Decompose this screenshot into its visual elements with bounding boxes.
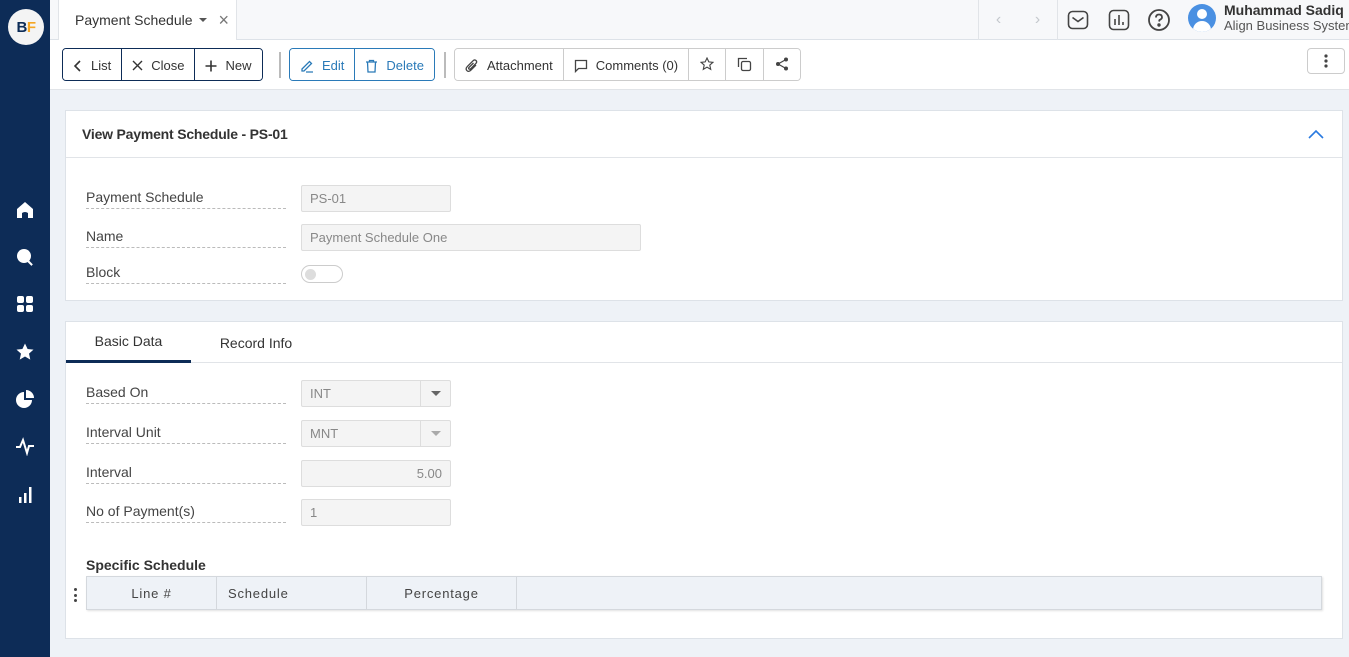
edit-button[interactable]: Edit bbox=[290, 49, 356, 80]
search-icon[interactable] bbox=[14, 246, 36, 268]
kebab-menu-icon bbox=[1324, 54, 1328, 68]
sidebar: BF bbox=[0, 0, 50, 657]
field-label: Interval bbox=[86, 464, 286, 484]
mail-icon[interactable] bbox=[1066, 8, 1090, 32]
field-label: Name bbox=[86, 228, 286, 248]
specific-schedule-title: Specific Schedule bbox=[86, 557, 206, 573]
trash-icon bbox=[365, 59, 378, 73]
next-tab-button[interactable]: › bbox=[1035, 11, 1040, 29]
dropdown-arrow-icon[interactable] bbox=[420, 421, 450, 446]
paperclip-icon bbox=[465, 58, 479, 73]
chevron-down-icon[interactable] bbox=[198, 18, 207, 22]
no-of-payments-field: No of Payment(s) 1 bbox=[86, 499, 451, 526]
star-icon[interactable] bbox=[14, 341, 36, 363]
column-header-line[interactable]: Line # bbox=[87, 577, 217, 609]
app-logo[interactable]: BF bbox=[8, 9, 44, 45]
name-input[interactable]: Payment Schedule One bbox=[301, 224, 641, 251]
toolbar-divider bbox=[279, 52, 281, 78]
name-field: Name Payment Schedule One bbox=[86, 224, 641, 251]
pie-chart-icon[interactable] bbox=[14, 388, 36, 410]
block-field: Block bbox=[86, 264, 343, 284]
field-label: Block bbox=[86, 264, 286, 284]
toolbar: List Close New Edit Delete Attachment Co… bbox=[50, 40, 1349, 90]
chevron-up-icon[interactable] bbox=[1308, 127, 1324, 139]
list-button[interactable]: List bbox=[63, 49, 123, 80]
copy-icon bbox=[737, 57, 752, 75]
tab-payment-schedule[interactable]: Payment Schedule × bbox=[58, 0, 237, 40]
chevron-left-icon bbox=[73, 59, 83, 72]
based-on-select[interactable]: INT bbox=[301, 380, 451, 407]
navigation-button-group: List Close New bbox=[62, 48, 263, 81]
interval-field: Interval 5.00 bbox=[86, 460, 451, 487]
specific-schedule-grid: Line # Schedule Percentage bbox=[86, 576, 1322, 610]
favorite-button[interactable] bbox=[689, 49, 727, 80]
delete-button[interactable]: Delete bbox=[355, 49, 434, 80]
field-label: Based On bbox=[86, 384, 286, 404]
payment-schedule-field: Payment Schedule PS-01 bbox=[86, 185, 451, 212]
previous-tab-button[interactable]: ‹ bbox=[996, 11, 1001, 29]
field-label: Payment Schedule bbox=[86, 189, 286, 209]
share-button[interactable] bbox=[764, 49, 801, 80]
column-header-schedule[interactable]: Schedule bbox=[217, 577, 367, 609]
payment-schedule-header-card: View Payment Schedule - PS-01 Payment Sc… bbox=[65, 110, 1343, 301]
edit-button-group: Edit Delete bbox=[289, 48, 435, 81]
grid-options-icon[interactable] bbox=[71, 588, 79, 602]
attachment-button[interactable]: Attachment bbox=[455, 49, 564, 80]
interval-unit-field: Interval Unit MNT bbox=[86, 420, 451, 447]
top-bar: Payment Schedule × ‹ › Muhammad Sadiq Al… bbox=[50, 0, 1349, 40]
copy-button[interactable] bbox=[726, 49, 765, 80]
tab-basic-data[interactable]: Basic Data bbox=[66, 322, 191, 363]
user-name: Muhammad Sadiq bbox=[1224, 2, 1344, 18]
tab-record-info[interactable]: Record Info bbox=[191, 322, 321, 363]
payment-schedule-detail-card: Basic Data Record Info Based On INT Inte… bbox=[65, 321, 1343, 639]
tab-label: Payment Schedule bbox=[75, 12, 193, 28]
toolbar-divider bbox=[444, 52, 446, 78]
pencil-icon bbox=[300, 59, 314, 73]
plus-icon bbox=[205, 60, 217, 72]
new-button[interactable]: New bbox=[195, 49, 262, 80]
chart-icon[interactable] bbox=[1107, 8, 1131, 32]
help-icon[interactable] bbox=[1147, 8, 1171, 32]
comment-icon bbox=[574, 59, 588, 73]
field-label: No of Payment(s) bbox=[86, 503, 286, 523]
share-icon bbox=[775, 57, 789, 74]
payment-schedule-input[interactable]: PS-01 bbox=[301, 185, 451, 212]
block-toggle[interactable] bbox=[301, 265, 343, 283]
bar-chart-icon[interactable] bbox=[14, 483, 36, 505]
tab-navigation: ‹ › bbox=[978, 0, 1058, 40]
home-icon[interactable] bbox=[14, 199, 36, 221]
detail-tabs: Basic Data Record Info bbox=[66, 322, 1342, 363]
star-outline-icon bbox=[699, 56, 715, 74]
comments-button[interactable]: Comments (0) bbox=[563, 49, 690, 80]
interval-unit-select[interactable]: MNT bbox=[301, 420, 451, 447]
activity-icon[interactable] bbox=[14, 435, 36, 457]
record-actions-group: Attachment Comments (0) bbox=[454, 48, 802, 81]
interval-input[interactable]: 5.00 bbox=[301, 460, 451, 487]
column-header-percentage[interactable]: Percentage bbox=[367, 577, 517, 609]
card-title: View Payment Schedule - PS-01 bbox=[66, 111, 1342, 158]
close-button[interactable]: Close bbox=[122, 49, 196, 80]
avatar bbox=[1188, 4, 1216, 32]
dropdown-arrow-icon[interactable] bbox=[420, 381, 450, 406]
close-tab-icon[interactable]: × bbox=[219, 11, 230, 29]
no-of-payments-input[interactable]: 1 bbox=[301, 499, 451, 526]
grid-icon[interactable] bbox=[14, 293, 36, 315]
user-organization: Align Business Systems bbox=[1224, 18, 1349, 33]
close-icon bbox=[132, 60, 143, 71]
based-on-field: Based On INT bbox=[86, 380, 451, 407]
user-menu[interactable]: Muhammad Sadiq Align Business Systems bbox=[1188, 3, 1349, 33]
field-label: Interval Unit bbox=[86, 424, 286, 444]
more-options-button[interactable] bbox=[1307, 48, 1345, 74]
